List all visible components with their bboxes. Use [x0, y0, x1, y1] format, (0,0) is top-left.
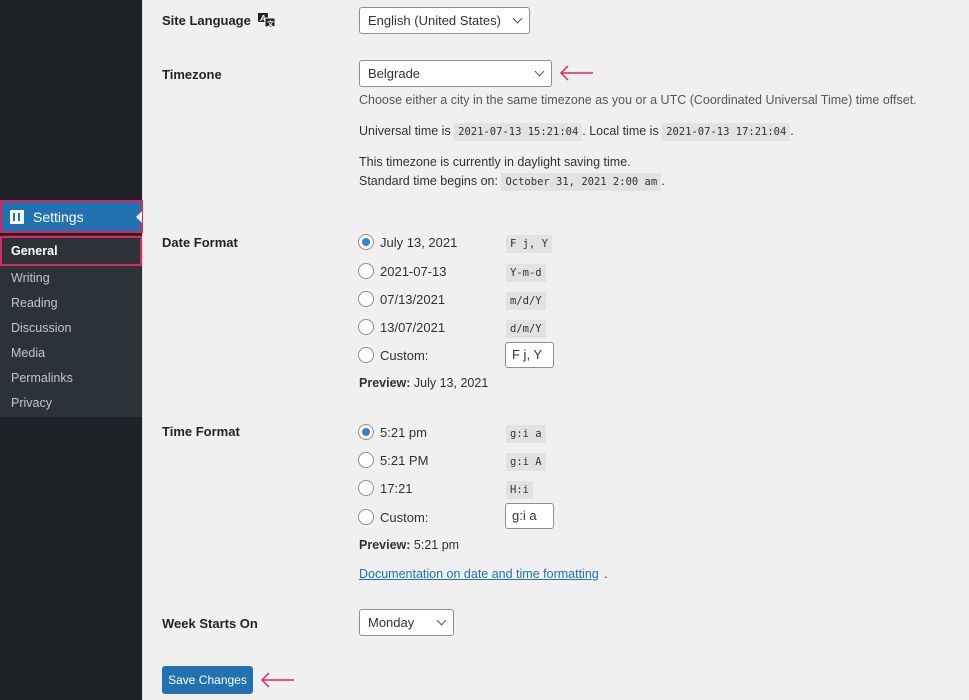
option-label: July 13, 2021: [380, 234, 458, 250]
date-format-option[interactable]: 07/13/2021: [358, 289, 445, 309]
option-label: 17:21: [380, 480, 413, 496]
documentation-link[interactable]: Documentation on date and time formattin…: [359, 567, 599, 581]
week-starts-value: Monday: [368, 615, 415, 630]
time-format-option[interactable]: 5:21 PM: [358, 450, 428, 470]
date-format-label: Date Format: [162, 235, 238, 250]
standard-time-line: Standard time begins on: October 31, 202…: [359, 173, 665, 191]
settings-submenu: General Writing Reading Discussion Media…: [0, 235, 142, 417]
radio-button[interactable]: [358, 234, 374, 250]
date-format-option-custom[interactable]: Custom:: [358, 345, 428, 365]
radio-button[interactable]: [358, 509, 374, 525]
preview-value: July 13, 2021: [413, 376, 489, 390]
time-format-option[interactable]: 5:21 pm: [358, 422, 427, 442]
radio-button[interactable]: [358, 480, 374, 496]
preview-label: Preview:: [359, 376, 411, 390]
chevron-down-icon: [512, 13, 523, 24]
format-code: g:i A: [506, 453, 546, 471]
site-language-row-label: Site Language A文: [162, 12, 276, 28]
save-changes-button[interactable]: Save Changes: [162, 666, 253, 694]
universal-time-prefix: Universal time is: [359, 124, 451, 138]
time-format-option-custom[interactable]: Custom:: [358, 507, 428, 527]
option-label: Custom:: [380, 347, 429, 363]
timezone-value: Belgrade: [368, 66, 421, 81]
date-format-option[interactable]: 13/07/2021: [358, 317, 445, 337]
local-time-value: 2021-07-13 17:21:04: [662, 123, 791, 141]
option-label: 5:21 pm: [380, 424, 427, 440]
submenu-item-reading[interactable]: Reading: [0, 291, 142, 316]
custom-date-format-input[interactable]: F j, Y: [505, 342, 554, 368]
option-label: 2021-07-13: [380, 263, 447, 279]
option-label: 13/07/2021: [380, 319, 446, 335]
week-starts-select[interactable]: Monday: [359, 609, 454, 636]
radio-button[interactable]: [358, 424, 374, 440]
date-preview: Preview: July 13, 2021: [359, 376, 488, 390]
annotation-arrow-icon: [260, 672, 294, 688]
sidebar-menu-settings[interactable]: Settings: [0, 200, 143, 233]
format-code: g:i a: [506, 425, 546, 443]
radio-button[interactable]: [358, 347, 374, 363]
site-language-select[interactable]: English (United States): [359, 7, 530, 34]
chevron-down-icon: [534, 66, 545, 77]
submenu-item-permalinks[interactable]: Permalinks: [0, 366, 142, 391]
preview-label: Preview:: [359, 538, 411, 552]
submenu-item-privacy[interactable]: Privacy: [0, 391, 142, 416]
svg-text:文: 文: [267, 19, 275, 28]
option-label: Custom:: [380, 509, 429, 525]
radio-button[interactable]: [358, 291, 374, 307]
standard-time-value: October 31, 2021 2:00 am: [501, 173, 662, 191]
radio-button[interactable]: [358, 263, 374, 279]
standard-time-prefix: Standard time begins on:: [359, 174, 498, 188]
dst-note: This timezone is currently in daylight s…: [359, 155, 631, 169]
submenu-item-media[interactable]: Media: [0, 341, 142, 366]
chevron-down-icon: [436, 615, 447, 626]
submenu-item-writing[interactable]: Writing: [0, 266, 142, 291]
timezone-times: Universal time is 2021-07-13 15:21:04. L…: [359, 123, 794, 141]
universal-time-value: 2021-07-13 15:21:04: [454, 123, 583, 141]
sidebar-edge: [142, 0, 143, 700]
annotation-arrow-icon: [559, 65, 593, 81]
translation-icon: A文: [258, 12, 276, 28]
time-preview: Preview: 5:21 pm: [359, 538, 459, 552]
format-code: F j, Y: [506, 235, 552, 253]
timezone-label: Timezone: [162, 67, 222, 82]
site-language-value: English (United States): [368, 13, 501, 28]
custom-time-format-input[interactable]: g:i a: [505, 503, 554, 529]
time-format-option[interactable]: 17:21: [358, 478, 413, 498]
format-code: d/m/Y: [506, 320, 546, 338]
date-format-option[interactable]: 2021-07-13: [358, 261, 447, 281]
radio-button[interactable]: [358, 452, 374, 468]
format-code: Y-m-d: [506, 264, 546, 282]
time-format-label: Time Format: [162, 424, 240, 439]
format-code: H:i: [506, 481, 533, 499]
local-time-prefix: . Local time is: [582, 124, 659, 138]
sidebar-menu-label: Settings: [33, 208, 84, 225]
times-suffix: .: [790, 124, 794, 138]
submenu-item-discussion[interactable]: Discussion: [0, 316, 142, 341]
option-label: 07/13/2021: [380, 291, 446, 307]
format-code: m/d/Y: [506, 292, 546, 310]
date-format-option[interactable]: July 13, 2021: [358, 232, 457, 252]
site-language-label: Site Language: [162, 13, 251, 28]
settings-sliders-icon: [10, 209, 24, 224]
radio-button[interactable]: [358, 319, 374, 335]
option-label: 5:21 PM: [380, 452, 429, 468]
week-starts-label: Week Starts On: [162, 616, 258, 631]
submenu-item-general[interactable]: General: [0, 236, 142, 266]
preview-value: 5:21 pm: [413, 538, 460, 552]
doc-link-suffix: .: [604, 567, 608, 581]
current-menu-caret: [136, 211, 142, 223]
timezone-select[interactable]: Belgrade: [359, 60, 552, 87]
standard-time-suffix: .: [661, 174, 665, 188]
timezone-description: Choose either a city in the same timezon…: [359, 93, 917, 107]
